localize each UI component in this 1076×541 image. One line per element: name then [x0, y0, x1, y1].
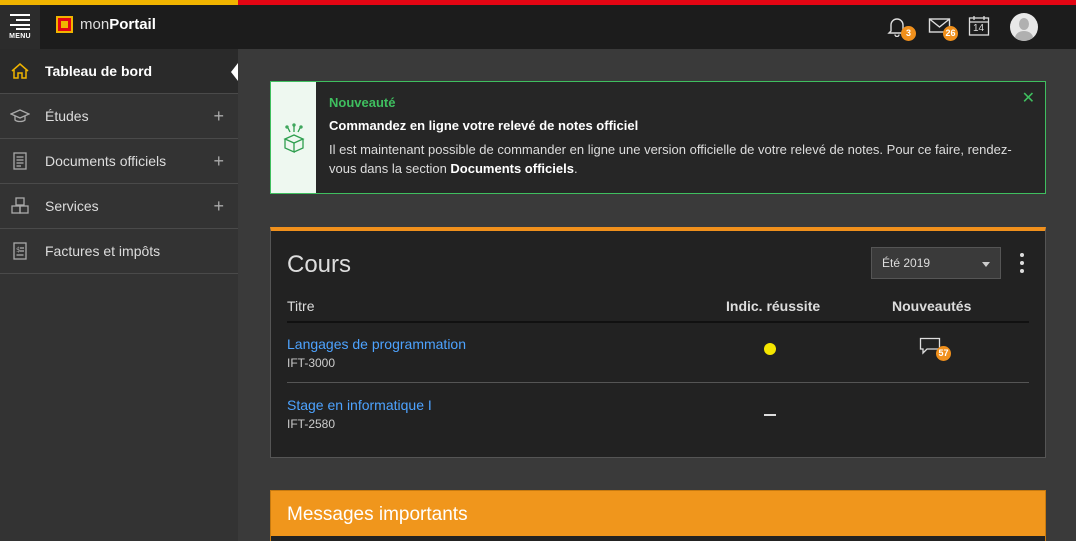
top-bar: MENU monPortail 3 26 14 — [0, 5, 1076, 49]
course-link[interactable]: Langages de programmation — [287, 336, 466, 352]
notifications-badge: 3 — [901, 26, 916, 41]
invoice-icon: $ — [10, 241, 30, 261]
calendar-day: 14 — [973, 23, 985, 34]
graduation-cap-icon — [10, 106, 30, 126]
brand-name: monPortail — [80, 16, 156, 33]
sidebar-item-label: Études — [45, 108, 89, 124]
messages-body — [271, 536, 1045, 541]
notifications-button[interactable]: 3 — [886, 15, 916, 41]
messages-title: Messages importants — [287, 504, 468, 525]
menu-button[interactable]: MENU — [0, 5, 40, 49]
course-code: IFT-3000 — [287, 356, 336, 370]
table-row: Stage en informatique I IFT-2580 — [287, 384, 1029, 444]
hamburger-icon — [10, 14, 30, 30]
expand-icon[interactable]: + — [213, 106, 224, 127]
sidebar-item-etudes[interactable]: Études + — [0, 94, 238, 139]
more-options-icon[interactable] — [1016, 253, 1028, 273]
avatar[interactable] — [1010, 13, 1038, 41]
chevron-down-icon — [982, 262, 990, 267]
sidebar-item-services[interactable]: Services + — [0, 184, 238, 229]
alert-icon-box — [271, 82, 316, 193]
sidebar-item-factures-et-impots[interactable]: $ Factures et impôts — [0, 229, 238, 274]
sidebar-item-tableau-de-bord[interactable]: Tableau de bord — [0, 49, 238, 94]
success-indicator-yellow — [764, 343, 776, 355]
brand[interactable]: monPortail — [56, 16, 156, 33]
sidebar-item-label: Services — [45, 198, 99, 214]
alert-title: Nouveauté — [329, 95, 396, 110]
brand-logo-icon — [56, 16, 73, 33]
courses-panel: Cours Été 2019 Titre Indic. réussite Nou… — [270, 227, 1046, 458]
svg-text:$: $ — [16, 246, 20, 254]
boxes-icon — [10, 196, 30, 216]
messages-button[interactable]: 26 — [928, 15, 958, 41]
sidebar-item-label: Tableau de bord — [45, 63, 153, 79]
success-indicator-none — [764, 414, 776, 416]
news-button[interactable]: 57 — [919, 337, 951, 361]
column-header-indicator: Indic. réussite — [726, 298, 821, 314]
sidebar-item-label: Documents officiels — [45, 153, 167, 169]
active-indicator — [231, 63, 238, 81]
expand-icon[interactable]: + — [213, 196, 224, 217]
session-select[interactable]: Été 2019 — [871, 247, 1001, 279]
news-alert: Nouveauté Commandez en ligne votre relev… — [270, 81, 1046, 194]
column-header-title: Titre — [287, 298, 315, 314]
expand-icon[interactable]: + — [213, 151, 224, 172]
menu-label: MENU — [9, 33, 31, 40]
table-row: Langages de programmation IFT-3000 57 — [287, 323, 1029, 383]
alert-text-link: Documents officiels — [450, 161, 574, 176]
news-badge: 57 — [936, 346, 951, 361]
messages-badge: 26 — [943, 26, 958, 41]
main-content: Nouveauté Commandez en ligne votre relev… — [238, 49, 1076, 541]
close-icon[interactable]: ✕ — [1022, 88, 1035, 108]
important-messages-panel: Messages importants — [270, 490, 1046, 541]
document-icon — [10, 151, 30, 171]
sidebar-item-documents-officiels[interactable]: Documents officiels + — [0, 139, 238, 184]
calendar-button[interactable]: 14 — [968, 15, 994, 39]
column-header-news: Nouveautés — [892, 298, 972, 314]
session-select-value: Été 2019 — [882, 256, 931, 270]
alert-text: Il est maintenant possible de commander … — [329, 142, 1012, 176]
alert-body: Nouveauté Commandez en ligne votre relev… — [329, 95, 1029, 178]
courses-title: Cours — [287, 251, 352, 278]
course-link[interactable]: Stage en informatique I — [287, 397, 432, 413]
sidebar: Tableau de bord Études + Documents offic… — [0, 49, 238, 541]
alert-heading: Commandez en ligne votre relevé de notes… — [329, 118, 639, 133]
gift-box-icon — [282, 122, 305, 153]
sidebar-item-label: Factures et impôts — [45, 243, 161, 259]
course-code: IFT-2580 — [287, 417, 336, 431]
home-icon — [10, 61, 30, 81]
